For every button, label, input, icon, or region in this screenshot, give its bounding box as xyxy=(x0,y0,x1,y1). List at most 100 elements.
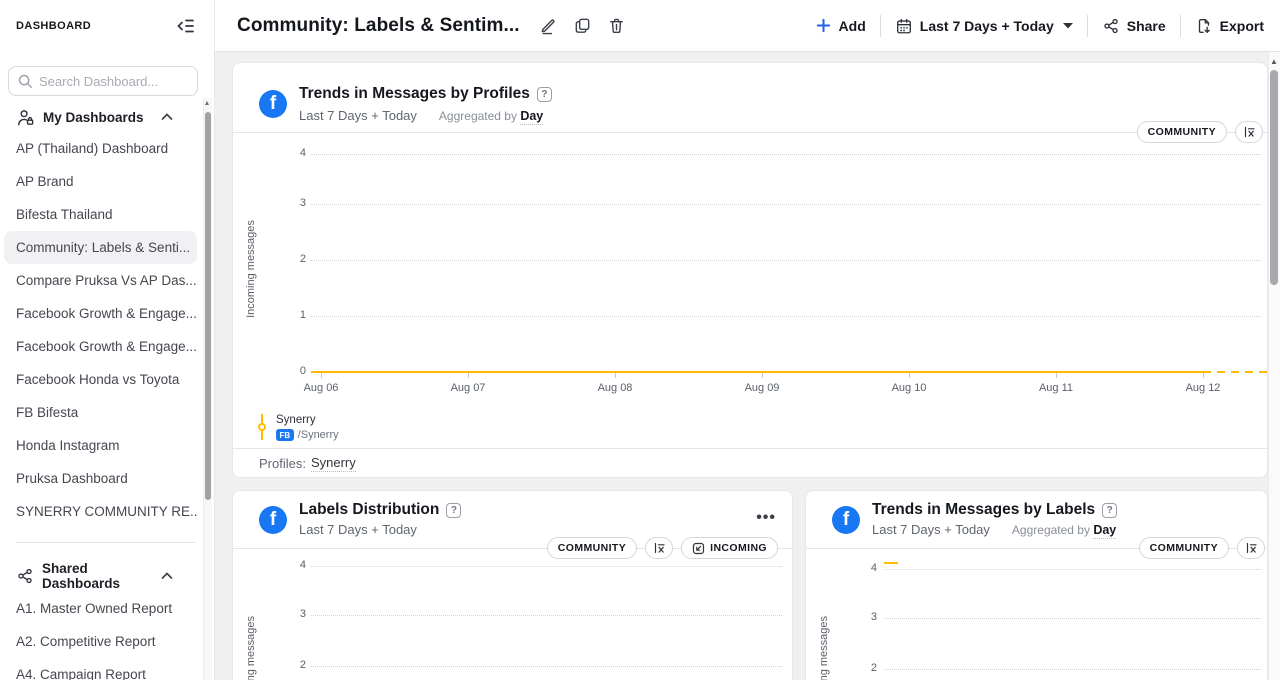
x-tick-label: Aug 07 xyxy=(436,382,500,394)
my-dashboards-section-header[interactable]: My Dashboards xyxy=(0,103,200,131)
x-tick-label: Aug 06 xyxy=(289,382,353,394)
aggregated-by-value[interactable]: Day xyxy=(520,109,543,125)
delete-dashboard-icon[interactable] xyxy=(607,16,626,35)
gridline xyxy=(311,204,1261,205)
chart-legend[interactable]: Synerry FB /Synerry xyxy=(257,414,339,441)
topbar: Community: Labels & Sentim... xyxy=(215,0,1280,52)
chart-trends-by-labels: Incoming messages432 xyxy=(806,559,1267,680)
legend-marker-icon xyxy=(257,414,267,440)
sidebar-item[interactable]: Bifesta Thailand xyxy=(4,198,197,231)
my-dashboards-list: AP (Thailand) Dashboard AP Brand Bifesta… xyxy=(0,132,203,528)
x-tick-mark xyxy=(762,373,763,378)
mean-stat-toggle[interactable] xyxy=(1237,537,1265,559)
sidebar-item[interactable]: FB Bifesta xyxy=(4,396,197,429)
card-menu-button[interactable]: ••• xyxy=(756,509,776,527)
x-tick-mark xyxy=(615,373,616,378)
export-button[interactable]: Export xyxy=(1195,17,1264,35)
sidebar-item[interactable]: Facebook Growth & Engage... xyxy=(4,330,197,363)
sidebar: DASHBOARD My Dashboards AP (Thailand) Da… xyxy=(0,0,215,680)
sidebar-item[interactable]: SYNERRY COMMUNITY RE... xyxy=(4,495,197,528)
dashboard-content: f Trends in Messages by Profiles ? Last … xyxy=(215,52,1280,680)
sidebar-item[interactable]: Facebook Honda vs Toyota xyxy=(4,363,197,396)
toolbar-divider xyxy=(880,15,881,37)
sidebar-item[interactable]: Pruksa Dashboard xyxy=(4,462,197,495)
collapse-sidebar-icon[interactable] xyxy=(174,15,196,37)
gridline xyxy=(884,569,1261,570)
main-area: Community: Labels & Sentim... xyxy=(215,0,1280,680)
sidebar-item[interactable]: AP Brand xyxy=(4,165,197,198)
incoming-icon xyxy=(692,542,705,555)
community-badge[interactable]: COMMUNITY xyxy=(1139,537,1229,559)
card-date-range: Last 7 Days + Today xyxy=(299,108,417,123)
gridline xyxy=(884,669,1261,670)
sidebar-item[interactable]: A2. Competitive Report xyxy=(4,625,197,658)
mean-stat-toggle[interactable] xyxy=(1235,121,1263,143)
fb-network-badge: FB xyxy=(276,429,294,441)
community-badge[interactable]: COMMUNITY xyxy=(1137,121,1227,143)
gridline xyxy=(884,618,1261,619)
y-tick-label: 3 xyxy=(272,608,306,620)
add-label: Add xyxy=(839,18,866,34)
search-dashboard-box[interactable] xyxy=(8,66,198,96)
y-tick-label: 4 xyxy=(272,559,306,571)
card-trends-messages-by-profiles: f Trends in Messages by Profiles ? Last … xyxy=(232,62,1268,478)
sidebar-item[interactable]: Compare Pruksa Vs AP Das... xyxy=(4,264,197,297)
help-icon[interactable]: ? xyxy=(446,503,461,518)
edit-title-icon[interactable] xyxy=(539,16,558,35)
chevron-up-icon[interactable] xyxy=(160,110,174,124)
y-tick-label: 2 xyxy=(843,662,877,674)
mean-stat-toggle[interactable] xyxy=(645,537,673,559)
card-trends-messages-by-labels: f Trends in Messages by Labels ? Last 7 … xyxy=(805,490,1268,680)
gridline xyxy=(311,666,782,667)
duplicate-dashboard-icon[interactable] xyxy=(573,16,592,35)
x-tick-mark xyxy=(909,373,910,378)
brand-logo: DASHBOARD xyxy=(16,20,91,32)
add-widget-button[interactable]: Add xyxy=(815,17,866,34)
mean-icon xyxy=(1244,542,1258,554)
main-scrollbar-thumb[interactable] xyxy=(1270,70,1278,285)
share-label: Share xyxy=(1127,18,1166,34)
chevron-down-icon xyxy=(1063,23,1073,29)
sidebar-scroll-up-arrow[interactable]: ▲ xyxy=(203,100,211,107)
main-scroll-up-arrow[interactable]: ▲ xyxy=(1269,57,1279,66)
date-range-selector[interactable]: Last 7 Days + Today xyxy=(895,17,1073,35)
card-title: Trends in Messages by Profiles xyxy=(299,85,530,103)
export-icon xyxy=(1195,17,1213,35)
sidebar-item[interactable]: A4. Campaign Report xyxy=(4,658,197,680)
shared-dashboards-label: Shared Dashboards xyxy=(42,561,160,591)
x-tick-label: Aug 08 xyxy=(583,382,647,394)
plus-icon xyxy=(815,17,832,34)
shared-dashboards-list: A1. Master Owned Report A2. Competitive … xyxy=(0,592,203,680)
y-tick-label: 4 xyxy=(272,147,306,159)
share-button[interactable]: Share xyxy=(1102,17,1166,35)
help-icon[interactable]: ? xyxy=(537,87,552,102)
facebook-icon: f xyxy=(832,506,860,534)
aggregated-by-value[interactable]: Day xyxy=(1093,523,1116,539)
search-input[interactable] xyxy=(39,74,215,89)
incoming-filter-badge[interactable]: INCOMING xyxy=(681,537,778,559)
sidebar-item[interactable]: A1. Master Owned Report xyxy=(4,592,197,625)
shared-dashboards-icon xyxy=(16,567,34,585)
date-range-label: Last 7 Days + Today xyxy=(920,18,1054,34)
x-tick-label: Aug 09 xyxy=(730,382,794,394)
aggregated-by-label: Aggregated by xyxy=(1012,523,1090,537)
sidebar-item[interactable]: Facebook Growth & Engage... xyxy=(4,297,197,330)
y-tick-label: 3 xyxy=(272,197,306,209)
calendar-icon xyxy=(895,17,913,35)
aggregated-by-label: Aggregated by xyxy=(439,109,517,123)
sidebar-item-selected[interactable]: Community: Labels & Senti... xyxy=(4,231,197,264)
profiles-footer-value[interactable]: Synerry xyxy=(311,455,356,472)
facebook-icon: f xyxy=(259,506,287,534)
my-dashboards-label: My Dashboards xyxy=(43,110,144,125)
x-tick-mark xyxy=(1203,373,1204,378)
sidebar-scrollbar-thumb[interactable] xyxy=(205,112,211,500)
community-badge[interactable]: COMMUNITY xyxy=(547,537,637,559)
y-tick-label: 4 xyxy=(843,562,877,574)
sidebar-item[interactable]: AP (Thailand) Dashboard xyxy=(4,132,197,165)
shared-dashboards-section-header[interactable]: Shared Dashboards xyxy=(0,562,200,590)
help-icon[interactable]: ? xyxy=(1102,503,1117,518)
my-dashboards-icon xyxy=(16,108,35,127)
mean-icon xyxy=(1242,126,1256,138)
sidebar-item[interactable]: Honda Instagram xyxy=(4,429,197,462)
chevron-up-icon[interactable] xyxy=(160,569,174,583)
